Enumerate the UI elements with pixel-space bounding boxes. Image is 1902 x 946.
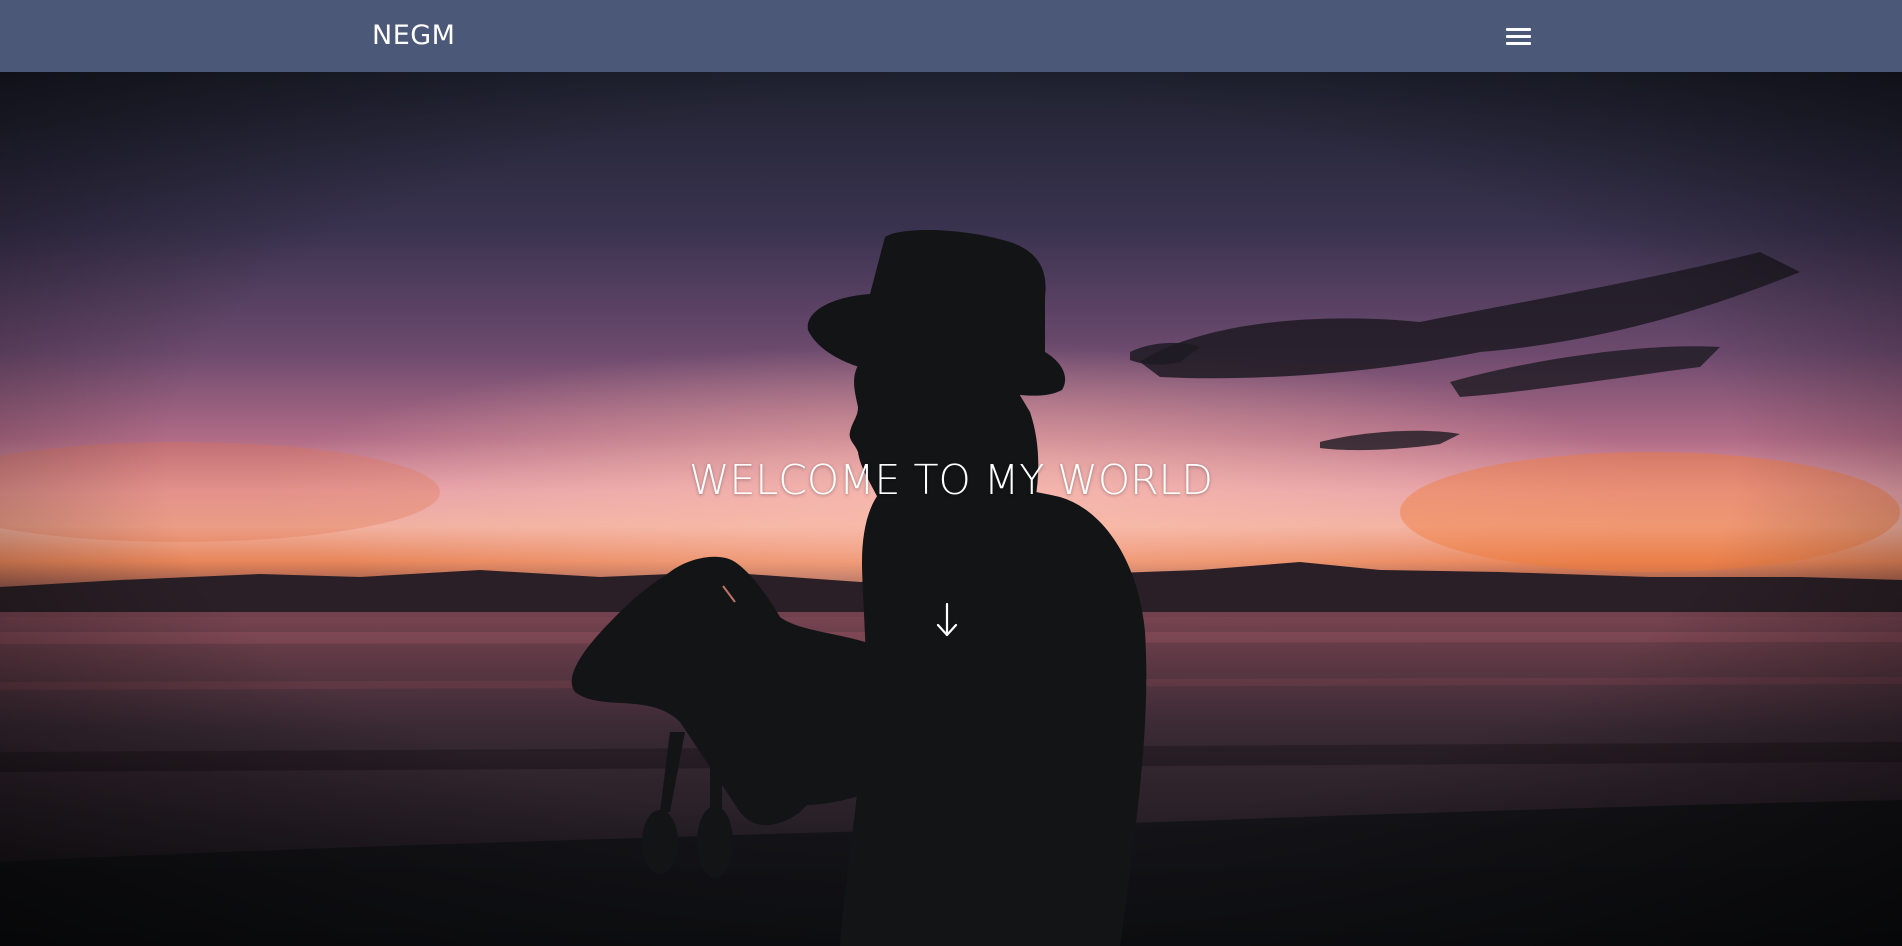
menu-line (1506, 28, 1531, 31)
hero-title: WELCOME TO MY WORLD (688, 456, 1213, 504)
hamburger-menu-icon[interactable] (1500, 22, 1538, 52)
arrow-down-glyph (936, 602, 958, 637)
arrow-down-icon[interactable] (931, 600, 963, 640)
menu-line (1506, 35, 1531, 38)
hero-section: WELCOME TO MY WORLD (0, 72, 1902, 946)
top-navbar: NEGM (0, 0, 1902, 72)
menu-line (1506, 42, 1531, 45)
brand-logo[interactable]: NEGM (372, 18, 455, 54)
